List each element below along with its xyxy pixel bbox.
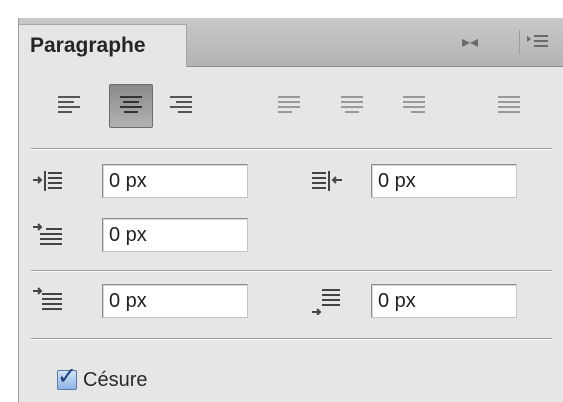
panel-menu-icon[interactable] bbox=[519, 30, 556, 54]
align-center-icon bbox=[120, 96, 142, 113]
space-before-field[interactable] bbox=[102, 284, 248, 318]
align-center-button[interactable] bbox=[109, 84, 153, 128]
space-after-icon bbox=[307, 284, 347, 318]
justify-last-center-button[interactable] bbox=[330, 84, 374, 128]
left-indent-icon bbox=[29, 164, 69, 198]
left-indent-field[interactable] bbox=[102, 164, 248, 198]
space-after-field[interactable] bbox=[371, 284, 517, 318]
align-left-button[interactable] bbox=[47, 84, 91, 128]
justify-last-right-button[interactable] bbox=[392, 84, 436, 128]
separator bbox=[31, 338, 552, 340]
panel-tab-bar: Paragraphe ▸◂ bbox=[19, 18, 563, 67]
tab-paragraphe[interactable]: Paragraphe bbox=[19, 24, 187, 67]
hyphenation-toggle[interactable]: ✓ Césure bbox=[57, 365, 148, 394]
checkmark-icon: ✓ bbox=[57, 363, 78, 390]
separator bbox=[31, 148, 552, 150]
tab-label: Paragraphe bbox=[30, 34, 146, 57]
align-right-icon bbox=[170, 96, 192, 113]
justify-last-left-button[interactable] bbox=[267, 84, 311, 128]
space-before-icon bbox=[29, 284, 69, 318]
hyphenation-checkbox[interactable]: ✓ bbox=[57, 365, 77, 390]
right-indent-field[interactable] bbox=[371, 164, 517, 198]
separator bbox=[31, 270, 552, 272]
justify-all-icon bbox=[498, 96, 520, 113]
justify-all-button[interactable] bbox=[487, 84, 531, 128]
align-right-button[interactable] bbox=[159, 84, 203, 128]
hyphenation-label: Césure bbox=[83, 368, 148, 391]
justify-last-right-icon bbox=[403, 96, 425, 113]
expand-arrows-icon[interactable]: ▸◂ bbox=[455, 30, 485, 54]
first-line-indent-icon bbox=[29, 218, 69, 252]
align-left-icon bbox=[58, 96, 80, 113]
paragraph-panel: Paragraphe ▸◂ 0 px 0 px 0 px 0 px 0 px ✓… bbox=[18, 18, 563, 402]
first-line-indent-field[interactable] bbox=[102, 218, 248, 252]
justify-last-left-icon bbox=[278, 96, 300, 113]
right-indent-icon bbox=[307, 164, 347, 198]
justify-last-center-icon bbox=[341, 96, 363, 113]
